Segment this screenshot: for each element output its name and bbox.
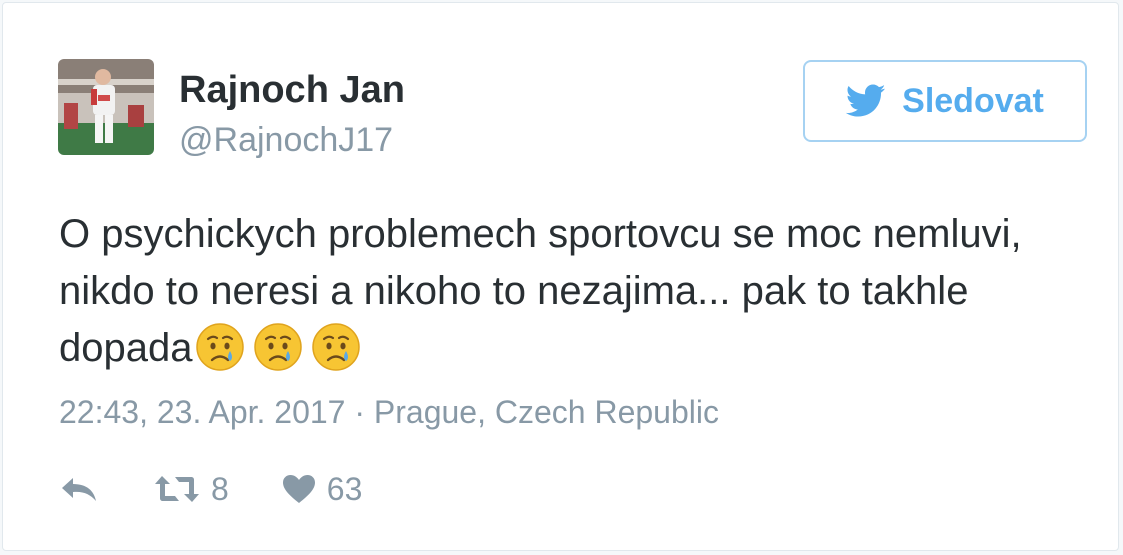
- tweet-timestamp-location[interactable]: 22:43, 23. Apr. 2017 · Prague, Czech Rep…: [59, 391, 719, 433]
- retweet-count: 8: [211, 470, 229, 507]
- like-count: 63: [326, 470, 363, 507]
- emoji-group: [194, 321, 368, 389]
- avatar-image: [58, 59, 154, 155]
- tweet-text-line-3: dopada: [59, 326, 193, 370]
- tweet-text-line-2: nikdo to neresi a nikoho to nezajima... …: [59, 269, 969, 313]
- retweet-icon: [153, 474, 201, 504]
- like-button[interactable]: 63: [281, 470, 363, 508]
- avatar[interactable]: [58, 59, 154, 155]
- author-handle[interactable]: @RajnochJ17: [179, 119, 393, 161]
- tweet-text: O psychickych problemech sportovcu se mo…: [59, 206, 1099, 389]
- crying-face-icon: [252, 321, 304, 373]
- twitter-bird-icon: [845, 84, 886, 118]
- reply-button[interactable]: [59, 474, 99, 504]
- crying-face-icon: [310, 321, 362, 373]
- crying-face-icon: [194, 321, 246, 373]
- author-name[interactable]: Rajnoch Jan: [179, 67, 405, 113]
- retweet-button[interactable]: 8: [153, 471, 229, 508]
- reply-arrow-icon: [59, 474, 99, 504]
- follow-label: Sledovat: [902, 81, 1044, 120]
- tweet-text-line-1: O psychickych problemech sportovcu se mo…: [59, 212, 1022, 256]
- heart-icon: [281, 473, 317, 505]
- follow-button[interactable]: Sledovat: [803, 60, 1087, 142]
- tweet-card: Rajnoch Jan @RajnochJ17 Sledovat O psych…: [2, 2, 1119, 551]
- tweet-actions: 8 63: [59, 467, 362, 511]
